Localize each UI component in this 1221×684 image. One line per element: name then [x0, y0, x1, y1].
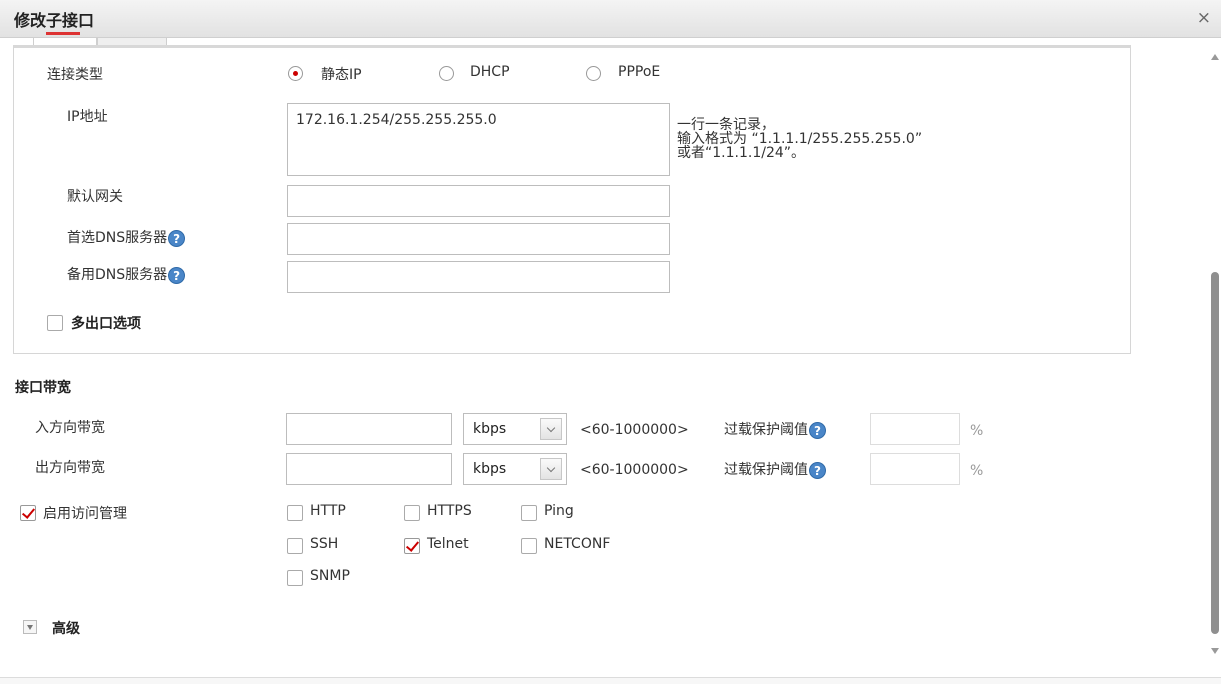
- bandwidth-section-title: 接口带宽: [15, 380, 71, 396]
- dialog-footer-divider: [0, 677, 1221, 684]
- protocol-ping-label[interactable]: Ping: [544, 503, 574, 519]
- radio-dhcp-label[interactable]: DHCP: [470, 64, 510, 80]
- radio-pppoe[interactable]: [586, 66, 601, 81]
- gateway-input[interactable]: [287, 185, 670, 217]
- inbound-range-hint: <60-1000000>: [580, 422, 689, 438]
- protocol-snmp-checkbox[interactable]: [287, 570, 303, 586]
- help-icon[interactable]: ?: [168, 229, 186, 247]
- access-management-checkbox[interactable]: [20, 505, 36, 521]
- scroll-up-arrow-icon[interactable]: [1211, 54, 1219, 60]
- close-icon[interactable]: ×: [1197, 8, 1211, 28]
- ip-hint-line3: 或者“1.1.1.1/24”。: [677, 145, 806, 161]
- protocol-telnet-checkbox[interactable]: [404, 538, 420, 554]
- expand-triangle-icon[interactable]: [23, 620, 37, 634]
- connection-type-label: 连接类型: [47, 67, 103, 83]
- ip-address-textarea[interactable]: 172.16.1.254/255.255.255.0: [287, 103, 670, 176]
- multi-exit-checkbox[interactable]: [47, 315, 63, 331]
- ip-hint-line2: 输入格式为 “1.1.1.1/255.255.255.0”: [677, 131, 923, 147]
- help-icon[interactable]: ?: [809, 461, 826, 479]
- outbound-range-hint: <60-1000000>: [580, 462, 689, 478]
- inbound-bandwidth-input[interactable]: [286, 413, 452, 445]
- advanced-toggle-label[interactable]: 高级: [52, 618, 80, 638]
- outbound-unit-select[interactable]: kbps: [463, 453, 567, 485]
- overload-label-text: 过载保护阈值: [724, 422, 808, 438]
- protocol-snmp-label[interactable]: SNMP: [310, 568, 350, 584]
- inbound-percent: %: [970, 423, 984, 439]
- protocol-ssh-checkbox[interactable]: [287, 538, 303, 554]
- protocol-https-checkbox[interactable]: [404, 505, 420, 521]
- dns-backup-label-text: 备用DNS服务器: [67, 267, 168, 283]
- scroll-down-arrow-icon[interactable]: [1211, 648, 1219, 654]
- multi-exit-label[interactable]: 多出口选项: [71, 313, 141, 333]
- outbound-overload-label: 过载保护阈值?: [724, 459, 826, 479]
- dialog-title: 修改子接口: [14, 11, 95, 30]
- ip-address-label: IP地址: [67, 109, 108, 125]
- protocol-https-label[interactable]: HTTPS: [427, 503, 472, 519]
- dns-primary-label-text: 首选DNS服务器: [67, 230, 168, 246]
- inbound-unit-value: kbps: [473, 421, 507, 437]
- protocol-ssh-label[interactable]: SSH: [310, 536, 338, 552]
- radio-pppoe-label[interactable]: PPPoE: [618, 64, 660, 80]
- dns-primary-input[interactable]: [287, 223, 670, 255]
- radio-static-ip[interactable]: [288, 66, 303, 81]
- outbound-bandwidth-input[interactable]: [286, 453, 452, 485]
- radio-dhcp[interactable]: [439, 66, 454, 81]
- inbound-unit-select[interactable]: kbps: [463, 413, 567, 445]
- inbound-overload-input[interactable]: [870, 413, 960, 445]
- dialog-titlebar: 修改子接口 ×: [0, 0, 1221, 38]
- outbound-unit-value: kbps: [473, 461, 507, 477]
- scroll-thumb[interactable]: [1211, 272, 1219, 634]
- protocol-http-checkbox[interactable]: [287, 505, 303, 521]
- protocol-ping-checkbox[interactable]: [521, 505, 537, 521]
- dns-backup-label: 备用DNS服务器?: [67, 264, 186, 284]
- inbound-overload-label: 过载保护阈值?: [724, 419, 826, 439]
- radio-static-ip-label[interactable]: 静态IP: [321, 64, 362, 84]
- outbound-bandwidth-label: 出方向带宽: [35, 460, 105, 476]
- access-management-label[interactable]: 启用访问管理: [43, 503, 127, 523]
- outbound-overload-input[interactable]: [870, 453, 960, 485]
- inbound-bandwidth-label: 入方向带宽: [35, 420, 105, 436]
- protocol-http-label[interactable]: HTTP: [310, 503, 346, 519]
- protocol-netconf-checkbox[interactable]: [521, 538, 537, 554]
- protocol-telnet-label[interactable]: Telnet: [427, 536, 469, 552]
- help-icon[interactable]: ?: [809, 421, 826, 439]
- dns-primary-label: 首选DNS服务器?: [67, 227, 186, 247]
- help-icon[interactable]: ?: [168, 266, 186, 284]
- dns-backup-input[interactable]: [287, 261, 670, 293]
- vertical-scrollbar[interactable]: [1208, 40, 1221, 662]
- ip-hint-line1: 一行一条记录，: [677, 117, 775, 133]
- protocol-netconf-label[interactable]: NETCONF: [544, 536, 610, 552]
- chevron-down-icon[interactable]: [540, 418, 562, 440]
- outbound-percent: %: [970, 463, 984, 479]
- chevron-down-icon[interactable]: [540, 458, 562, 480]
- gateway-label: 默认网关: [67, 189, 123, 205]
- overload-label-text: 过载保护阈值: [724, 462, 808, 478]
